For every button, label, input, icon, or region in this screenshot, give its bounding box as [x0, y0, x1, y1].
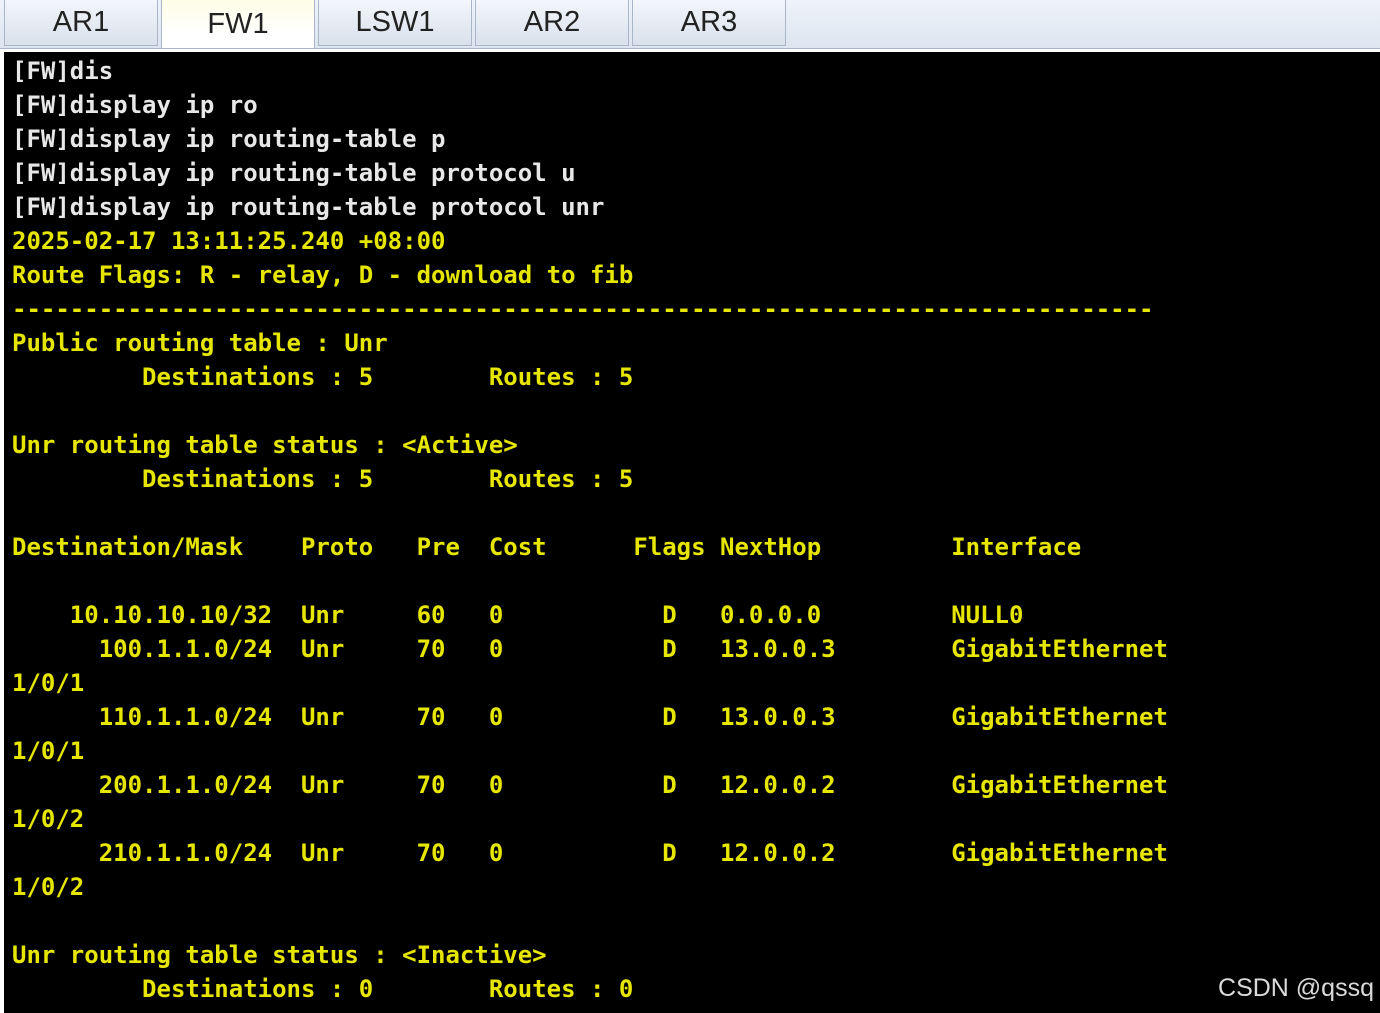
terminal-line: 1/0/2: [12, 805, 85, 833]
terminal-line: Destinations : 5 Routes : 5: [12, 465, 634, 493]
terminal-line: [FW]display ip routing-table p: [12, 125, 446, 153]
terminal-line: [FW]display ip routing-table protocol un…: [12, 193, 605, 221]
terminal-line: Public routing table : Unr: [12, 329, 388, 357]
terminal-line: 100.1.1.0/24 Unr 70 0 D 13.0.0.3 Gigabit…: [12, 635, 1168, 663]
terminal-line: 1/0/2: [12, 873, 85, 901]
tab-ar2[interactable]: AR2: [475, 0, 629, 46]
terminal-line: 10.10.10.10/32 Unr 60 0 D 0.0.0.0 NULL0: [12, 601, 1024, 629]
terminal-line: 1/0/1: [12, 669, 85, 697]
terminal-line: Destinations : 0 Routes : 0: [12, 975, 634, 1003]
terminal-line: Destinations : 5 Routes : 5: [12, 363, 634, 391]
terminal-line: 210.1.1.0/24 Unr 70 0 D 12.0.0.2 Gigabit…: [12, 839, 1168, 867]
terminal-line: 1/0/1: [12, 737, 85, 765]
tab-fw1[interactable]: FW1: [161, 0, 315, 48]
terminal-line: Unr routing table status : <Inactive>: [12, 941, 547, 969]
tab-ar3[interactable]: AR3: [632, 0, 786, 46]
tab-ar1[interactable]: AR1: [4, 0, 158, 46]
tab-bar: AR1 FW1 LSW1 AR2 AR3: [0, 0, 1380, 49]
terminal-console[interactable]: CSDN @qssq [FW]dis [FW]display ip ro [FW]di…: [4, 52, 1380, 1013]
terminal-line: 110.1.1.0/24 Unr 70 0 D 13.0.0.3 Gigabit…: [12, 703, 1168, 731]
terminal-line: Unr routing table status : <Active>: [12, 431, 518, 459]
terminal-line: 2025-02-17 13:11:25.240 +08:00: [12, 227, 446, 255]
terminal-line: Route Flags: R - relay, D - download to …: [12, 261, 634, 289]
terminal-line: [FW]display ip routing-table protocol u: [12, 159, 576, 187]
terminal-line: 200.1.1.0/24 Unr 70 0 D 12.0.0.2 Gigabit…: [12, 771, 1168, 799]
terminal-line: ----------------------------------------…: [12, 295, 1154, 323]
terminal-line: [FW]display ip ro: [12, 91, 258, 119]
tab-lsw1[interactable]: LSW1: [318, 0, 472, 46]
terminal-line: Destination/Mask Proto Pre Cost Flags Ne…: [12, 533, 1082, 561]
terminal-line: [FW]dis: [12, 57, 114, 85]
watermark-text: CSDN @qssq: [1218, 974, 1374, 1002]
